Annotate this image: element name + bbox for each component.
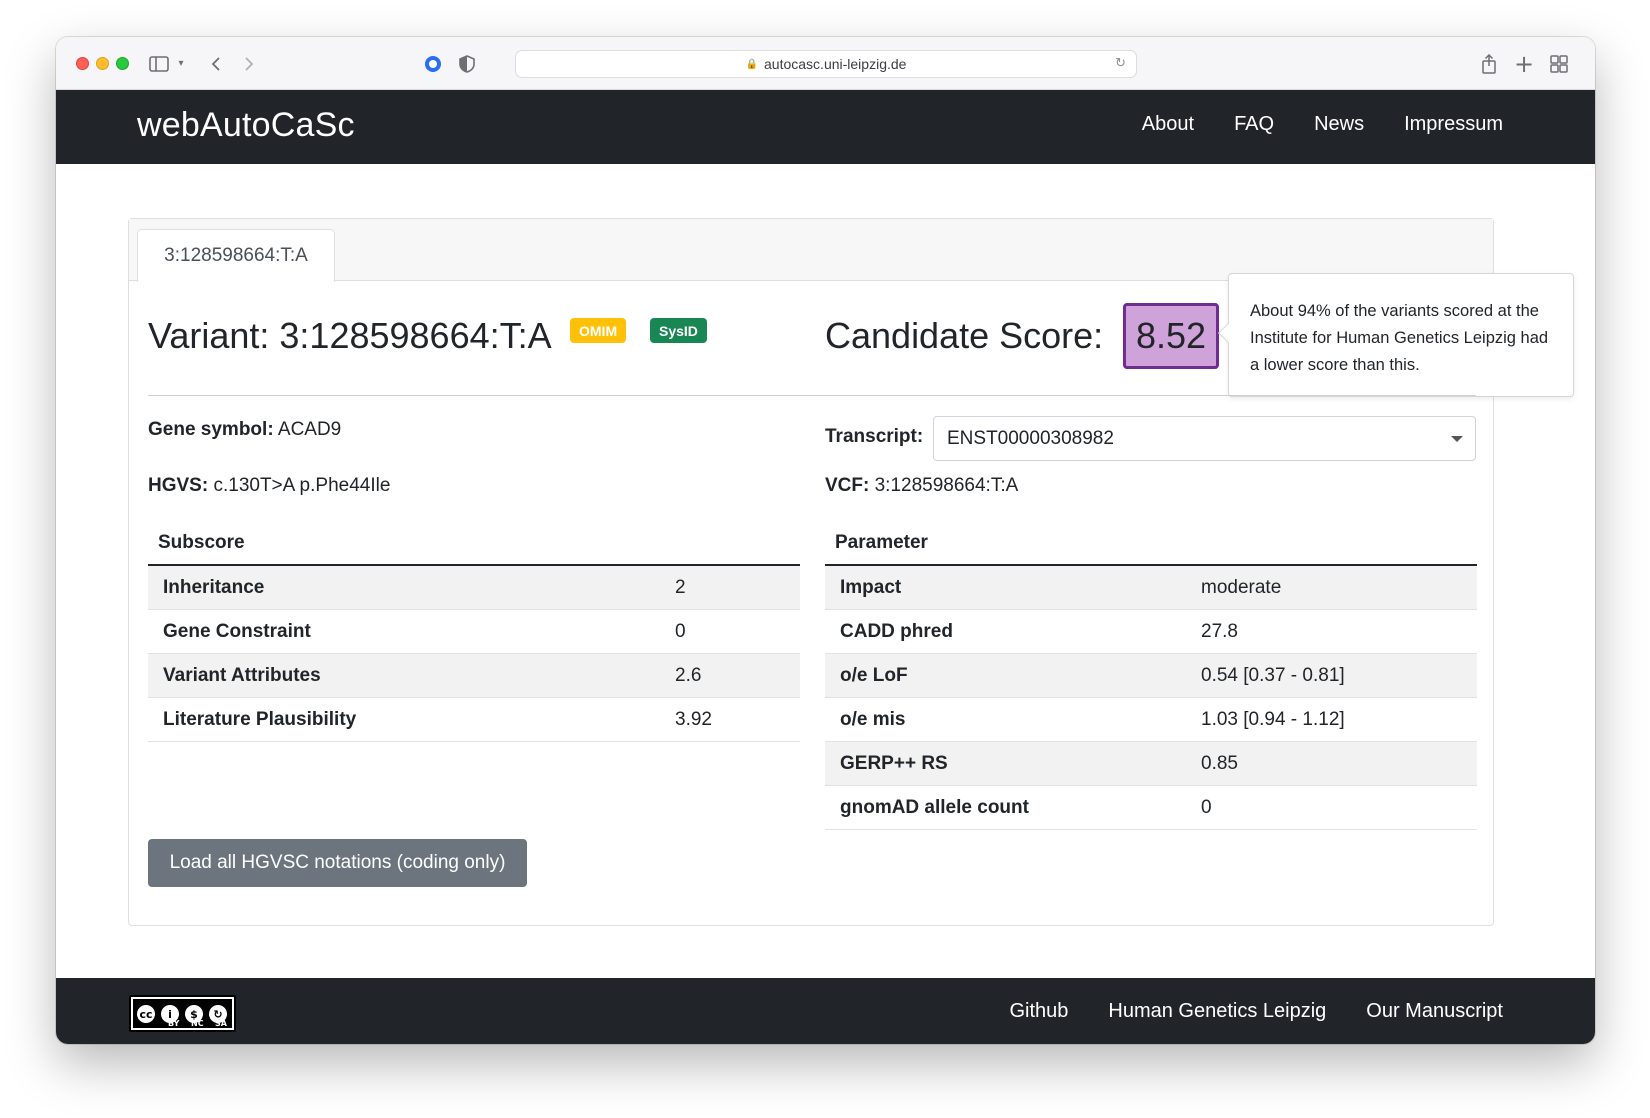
tab-overview-icon[interactable] [1548,50,1570,77]
tab-variant[interactable]: 3:128598664:T:A [137,229,335,282]
table-row: GERP++ RS 0.85 [825,742,1477,786]
dropdown-caret-icon [1451,436,1463,442]
license-label-by: BY [168,1019,180,1028]
divider [148,395,1476,396]
variant-title: Variant: 3:128598664:T:A [148,315,552,356]
parameter-value: 0.85 [1201,752,1238,774]
parameter-key: o/e mis [840,708,906,730]
zoom-window-button[interactable] [116,57,129,70]
table-row: CADD phred 27.8 [825,610,1477,654]
parameter-table: Parameter Impact moderate CADD phred 27.… [825,522,1477,830]
parameter-value: 0.54 [0.37 - 0.81] [1201,664,1345,686]
load-hgvsc-button[interactable]: Load all HGVSC notations (coding only) [148,839,527,887]
back-arrow-icon[interactable] [206,50,226,77]
gene-symbol-label: Gene symbol: [148,419,274,440]
parameter-key: gnomAD allele count [840,796,1029,818]
parameter-key: CADD phred [840,620,953,642]
transcript-selected-value: ENST00000308982 [947,427,1114,449]
parameter-key: Impact [840,576,902,598]
tooltip-arrow [1218,323,1238,343]
browser-window: ▾ 🔒 autocasc.uni-leipzig.de ↻ + webAutoC… [56,37,1595,1044]
hgvs-label: HGVS: [148,475,209,496]
license-badge-body: cc i $ ↻ BY NC SA [133,999,232,1028]
gene-symbol-field: Gene symbol: ACAD9 [148,419,341,441]
parameter-table-header: Parameter [825,522,1477,566]
vcf-value: 3:128598664:T:A [874,475,1019,496]
license-label-sa: SA [215,1019,227,1028]
subscore-table-header: Subscore [148,522,800,566]
share-icon[interactable] [1478,50,1500,77]
transcript-label: Transcript: [825,426,924,447]
address-bar[interactable]: 🔒 autocasc.uni-leipzig.de ↻ [515,50,1137,78]
nav-link-impressum[interactable]: Impressum [1404,113,1503,136]
table-row: Inheritance 2 [148,566,800,610]
close-window-button[interactable] [76,57,89,70]
table-row: gnomAD allele count 0 [825,786,1477,830]
parameter-value: 0 [1201,796,1212,818]
footer-links: Github Human Genetics Leipzig Our Manusc… [1009,1000,1503,1023]
subscore-value: 2 [675,576,686,598]
subscore-key: Variant Attributes [163,664,321,686]
subscore-table: Subscore Inheritance 2 Gene Constraint 0… [148,522,800,742]
vcf-field: VCF: 3:128598664:T:A [825,475,1018,497]
creative-commons-license-badge[interactable]: cc i $ ↻ BY NC SA [129,995,236,1032]
table-row: Gene Constraint 0 [148,610,800,654]
omim-badge[interactable]: OMIM [570,318,627,343]
parameter-value: 1.03 [0.94 - 1.12] [1201,708,1345,730]
new-tab-icon[interactable]: + [1513,50,1535,78]
footer-link-human-genetics-leipzig[interactable]: Human Genetics Leipzig [1108,1000,1326,1023]
nav-link-faq[interactable]: FAQ [1234,113,1274,136]
top-navbar: webAutoCaSc About FAQ News Impressum [56,90,1595,164]
footer-link-manuscript[interactable]: Our Manuscript [1366,1000,1503,1023]
hgvs-value: c.130T>A p.Phe44Ile [213,475,391,496]
lock-icon: 🔒 [745,58,759,70]
sidebar-icon[interactable] [148,50,170,77]
minimize-window-button[interactable] [96,57,109,70]
url-text: autocasc.uni-leipzig.de [764,56,907,72]
subscore-value: 0 [675,620,686,642]
subscore-key: Gene Constraint [163,620,311,642]
parameter-key: GERP++ RS [840,752,948,774]
footer-link-github[interactable]: Github [1009,1000,1068,1023]
site-brand[interactable]: webAutoCaSc [137,106,355,145]
transcript-select[interactable]: ENST00000308982 [933,416,1476,461]
subscore-key: Inheritance [163,576,265,598]
table-row: Variant Attributes 2.6 [148,654,800,698]
table-row: o/e mis 1.03 [0.94 - 1.12] [825,698,1477,742]
table-row: o/e LoF 0.54 [0.37 - 0.81] [825,654,1477,698]
subscore-value: 3.92 [675,708,712,730]
hgvs-field: HGVS: c.130T>A p.Phe44Ile [148,475,390,497]
extension-icon[interactable] [422,50,444,77]
license-label-nc: NC [191,1019,204,1028]
cc-icon: cc [135,1003,157,1025]
forward-arrow-icon[interactable] [239,50,259,77]
candidate-score-value[interactable]: 8.52 [1123,303,1219,369]
shield-icon[interactable] [456,50,478,77]
variant-card: 3:128598664:T:A Variant: 3:128598664:T:A… [128,218,1574,926]
nav-link-about[interactable]: About [1142,113,1194,136]
chevron-down-icon[interactable]: ▾ [175,50,187,77]
table-row: Impact moderate [825,566,1477,610]
score-tooltip-text: About 94% of the variants scored at the … [1250,302,1549,374]
subscore-value: 2.6 [675,664,702,686]
vcf-label: VCF: [825,475,870,496]
browser-toolbar: ▾ 🔒 autocasc.uni-leipzig.de ↻ + [56,37,1595,90]
subscore-key: Literature Plausibility [163,708,357,730]
parameter-value: moderate [1201,576,1282,598]
score-tooltip: About 94% of the variants scored at the … [1218,273,1574,397]
gene-symbol-value: ACAD9 [277,419,342,440]
reload-icon[interactable]: ↻ [1115,55,1126,71]
card-header: 3:128598664:T:A [129,219,1493,282]
table-row: Literature Plausibility 3.92 [148,698,800,742]
nav-links: About FAQ News Impressum [1142,113,1503,136]
nav-link-news[interactable]: News [1314,113,1364,136]
parameter-value: 27.8 [1201,620,1238,642]
candidate-score-label: Candidate Score: [825,315,1104,356]
parameter-key: o/e LoF [840,664,908,686]
sysid-badge[interactable]: SysID [650,318,707,343]
page-footer: cc i $ ↻ BY NC SA Github Human Genetics … [56,978,1595,1044]
